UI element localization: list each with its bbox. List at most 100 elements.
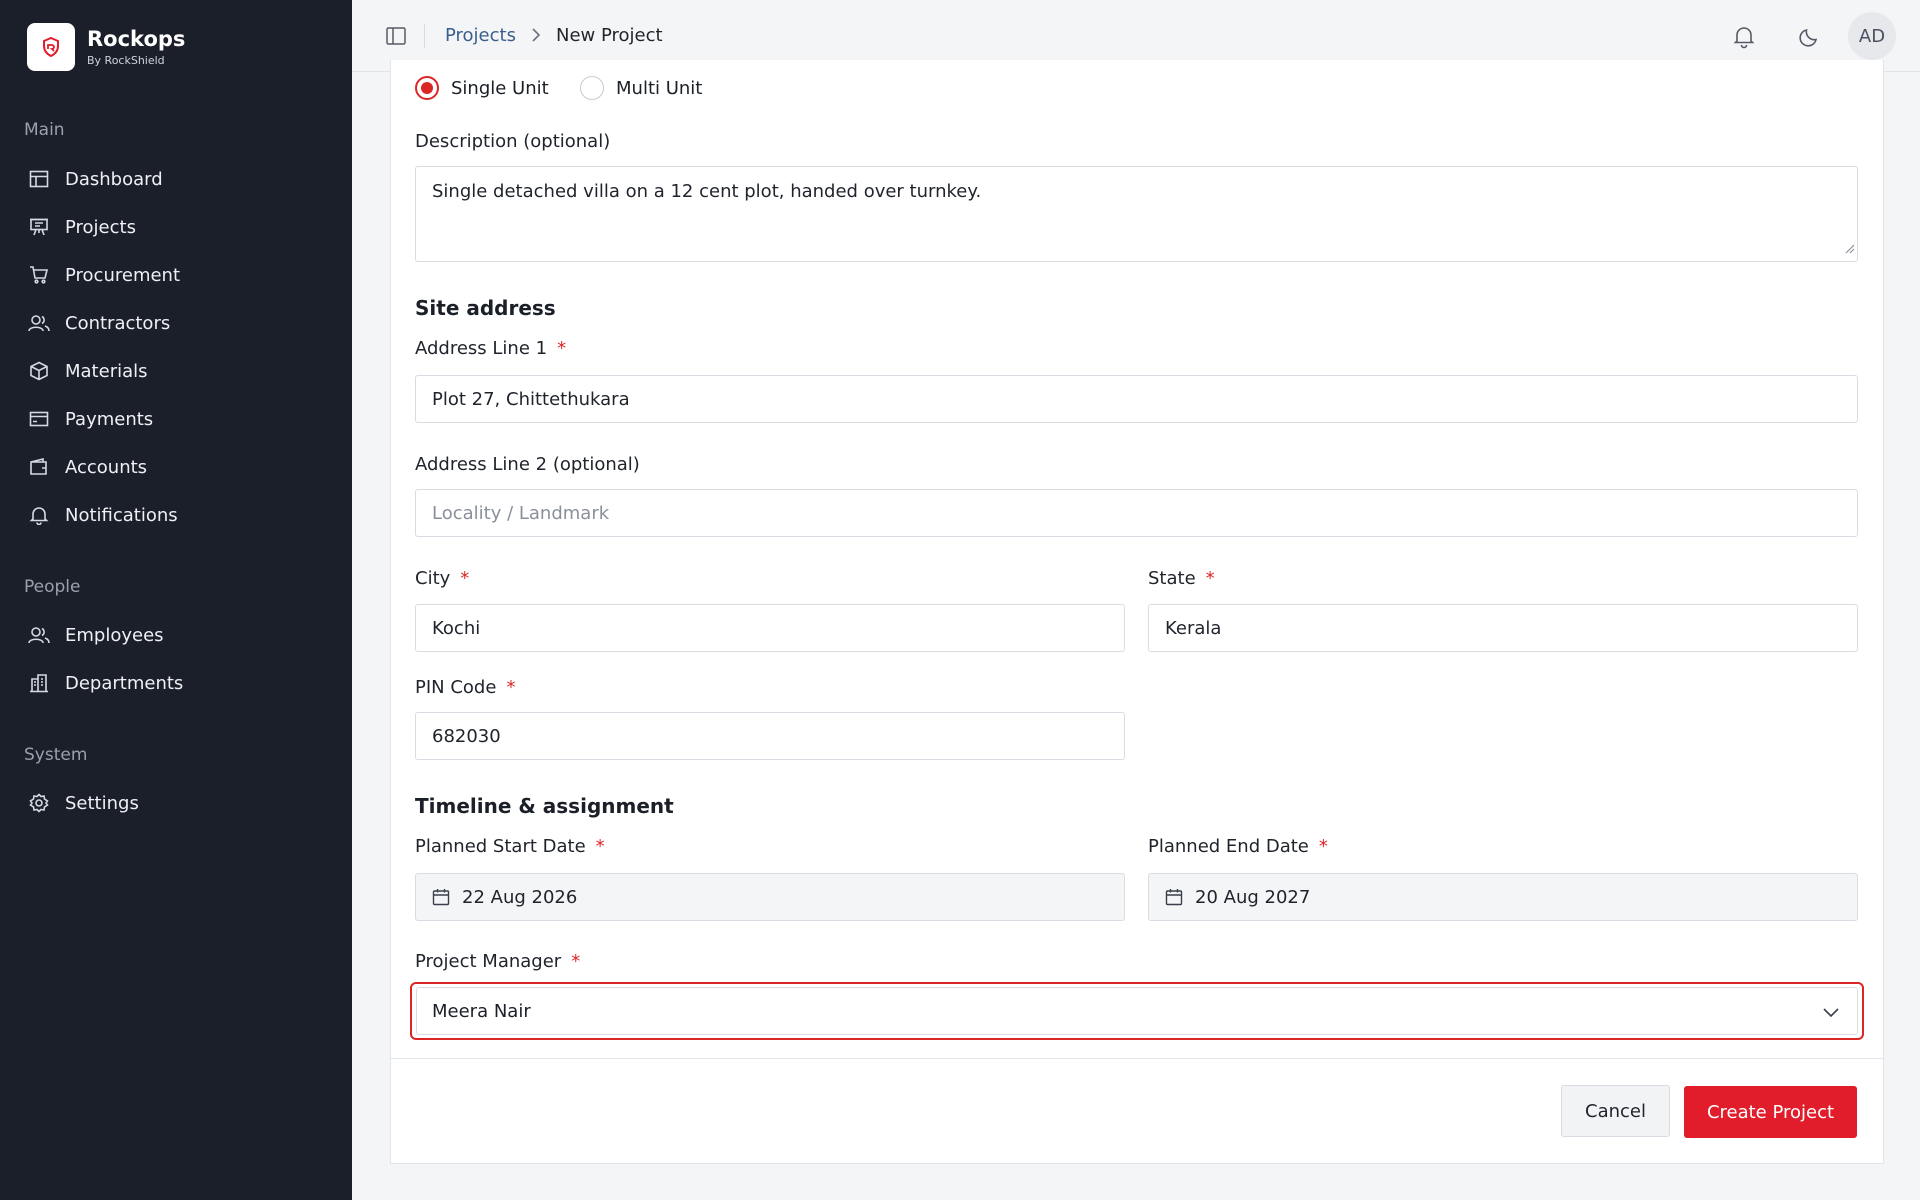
start-date-value: 22 Aug 2026 xyxy=(462,886,578,908)
sidebar-item-label: Contractors xyxy=(65,312,171,334)
sidebar-item-accounts[interactable]: Accounts xyxy=(27,449,327,485)
user-avatar[interactable]: AD xyxy=(1848,12,1896,60)
brand-logo-icon xyxy=(27,23,75,71)
sidebar-item-contractors[interactable]: Contractors xyxy=(27,305,327,341)
brand-name: Rockops xyxy=(87,27,186,51)
address-line1-input[interactable]: Plot 27, Chittethukara xyxy=(415,375,1858,423)
sidebar-item-label: Notifications xyxy=(65,504,178,526)
nav-section-system: System xyxy=(24,745,88,765)
sidebar-item-label: Payments xyxy=(65,408,154,430)
building-icon xyxy=(27,671,51,695)
sidebar-item-label: Materials xyxy=(65,360,148,382)
sidebar-item-label: Procurement xyxy=(65,264,181,286)
sidebar-item-payments[interactable]: Payments xyxy=(27,401,327,437)
sidebar-item-label: Employees xyxy=(65,624,164,646)
section-title-timeline: Timeline & assignment xyxy=(415,794,674,818)
required-marker: * xyxy=(1205,568,1215,589)
sidebar-item-settings[interactable]: Settings xyxy=(27,785,327,821)
users-icon xyxy=(27,311,51,335)
calendar-icon xyxy=(1165,889,1183,906)
required-marker: * xyxy=(506,677,516,698)
sidebar-item-dashboard[interactable]: Dashboard xyxy=(27,161,327,197)
chevron-down-icon xyxy=(1821,1003,1841,1024)
label-text: Planned End Date xyxy=(1148,836,1309,857)
dashboard-icon xyxy=(27,167,51,191)
sidebar-item-label: Settings xyxy=(65,792,139,814)
city-input[interactable]: Kochi xyxy=(415,604,1125,652)
card-icon xyxy=(27,407,51,431)
address-line1-label: Address Line 1 * xyxy=(415,338,566,360)
sidebar-item-label: Departments xyxy=(65,672,184,694)
description-value: Single detached villa on a 12 cent plot,… xyxy=(432,181,982,202)
label-text: City xyxy=(415,568,451,589)
users-icon xyxy=(27,623,51,647)
radio-checked-icon xyxy=(415,76,439,100)
state-input[interactable]: Kerala xyxy=(1148,604,1858,652)
cancel-button[interactable]: Cancel xyxy=(1561,1085,1670,1137)
city-label: City * xyxy=(415,568,469,590)
required-marker: * xyxy=(460,568,470,589)
label-text: Project Manager xyxy=(415,951,562,972)
label-text: PIN Code xyxy=(415,677,497,698)
sidebar: Rockops By RockShield Main Dashboard Pro… xyxy=(0,0,352,1200)
address-line2-input[interactable]: Locality / Landmark xyxy=(415,489,1858,537)
required-marker: * xyxy=(557,338,567,359)
required-marker: * xyxy=(595,836,605,857)
project-manager-value: Meera Nair xyxy=(432,1000,531,1022)
footer-divider xyxy=(391,1058,1883,1059)
start-date-picker[interactable]: 22 Aug 2026 xyxy=(415,873,1125,921)
sidebar-item-notifications[interactable]: Notifications xyxy=(27,497,327,533)
nav-section-people: People xyxy=(24,577,81,597)
brand-subtitle: By RockShield xyxy=(87,54,165,67)
brand[interactable]: Rockops By RockShield xyxy=(27,23,185,71)
section-title-site-address: Site address xyxy=(415,296,556,320)
label-text: Planned Start Date xyxy=(415,836,586,857)
pin-code-input[interactable]: 682030 xyxy=(415,712,1125,760)
start-date-label: Planned Start Date * xyxy=(415,836,605,858)
sidebar-item-materials[interactable]: Materials xyxy=(27,353,327,389)
description-textarea[interactable]: Single detached villa on a 12 cent plot,… xyxy=(415,166,1858,262)
radio-label: Single Unit xyxy=(451,77,549,99)
state-label: State * xyxy=(1148,568,1215,590)
sidebar-item-departments[interactable]: Departments xyxy=(27,665,327,701)
sidebar-toggle-icon[interactable] xyxy=(384,24,408,48)
bell-icon xyxy=(27,503,51,527)
breadcrumb-projects-link[interactable]: Projects xyxy=(445,24,516,48)
label-text: State xyxy=(1148,568,1196,589)
end-date-picker[interactable]: 20 Aug 2027 xyxy=(1148,873,1858,921)
required-marker: * xyxy=(1318,836,1328,857)
resize-handle-icon[interactable] xyxy=(1843,238,1855,259)
radio-single-unit[interactable]: Single Unit xyxy=(415,76,549,100)
end-date-label: Planned End Date * xyxy=(1148,836,1328,858)
radio-multi-unit[interactable]: Multi Unit xyxy=(580,76,702,100)
dark-mode-moon-icon[interactable] xyxy=(1796,22,1824,54)
project-manager-label: Project Manager * xyxy=(415,951,580,973)
nav-section-main: Main xyxy=(24,120,65,140)
label-text: Address Line 1 xyxy=(415,338,548,359)
pin-code-label: PIN Code * xyxy=(415,677,515,699)
radio-label: Multi Unit xyxy=(616,77,703,99)
cart-icon xyxy=(27,263,51,287)
notifications-bell-icon[interactable] xyxy=(1730,22,1758,54)
sidebar-item-label: Projects xyxy=(65,216,136,238)
create-project-button[interactable]: Create Project xyxy=(1684,1086,1857,1138)
description-label: Description (optional) xyxy=(415,131,611,152)
sidebar-item-label: Dashboard xyxy=(65,168,163,190)
projects-icon xyxy=(27,215,51,239)
header-divider xyxy=(424,24,425,48)
calendar-icon xyxy=(432,889,450,906)
breadcrumb-current: New Project xyxy=(556,25,663,46)
address-line2-label: Address Line 2 (optional) xyxy=(415,454,640,475)
box-icon xyxy=(27,359,51,383)
required-marker: * xyxy=(571,951,581,972)
project-manager-select[interactable]: Meera Nair xyxy=(416,987,1858,1035)
radio-unchecked-icon xyxy=(580,76,604,100)
sidebar-item-projects[interactable]: Projects xyxy=(27,209,327,245)
end-date-value: 20 Aug 2027 xyxy=(1195,886,1311,908)
sidebar-item-label: Accounts xyxy=(65,456,148,478)
sidebar-item-procurement[interactable]: Procurement xyxy=(27,257,327,293)
gear-icon xyxy=(27,791,51,815)
chevron-right-icon xyxy=(530,26,542,48)
wallet-icon xyxy=(27,455,51,479)
sidebar-item-employees[interactable]: Employees xyxy=(27,617,327,653)
